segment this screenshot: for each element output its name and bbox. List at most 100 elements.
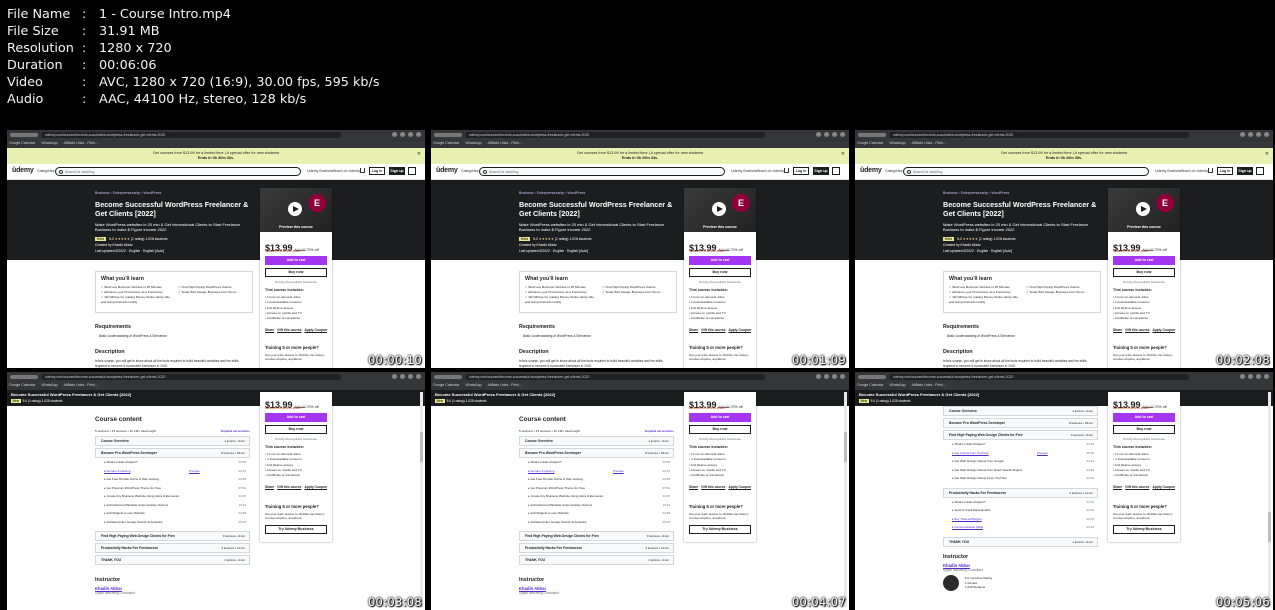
lecture-item[interactable]: Domain & Hosting — [104, 469, 130, 473]
preview-video[interactable]: E Preview this course — [260, 188, 332, 232]
share-button[interactable]: Share — [689, 485, 698, 489]
bookmark-item[interactable]: Affiliate Links - Pichi... — [912, 141, 946, 145]
search-input[interactable]: Search for anything — [903, 167, 1149, 176]
scrollbar[interactable] — [420, 392, 423, 607]
section-header[interactable]: Course Overview 1 lecture • 2min — [95, 436, 250, 446]
extension-icon[interactable] — [824, 374, 829, 379]
breadcrumb[interactable]: Business › Entrepreneurship › WordPress — [943, 191, 1009, 195]
udemy-logo[interactable]: ûdemy — [436, 167, 458, 174]
scroll-thumb[interactable] — [1268, 512, 1271, 542]
lecture-item[interactable]: Domain & Hosting — [528, 469, 554, 473]
extension-icon[interactable] — [400, 374, 405, 379]
browser-nav-icons[interactable] — [858, 133, 886, 137]
coupon-button[interactable]: Apply Coupon — [728, 485, 751, 489]
extension-icon[interactable] — [392, 374, 397, 379]
address-bar[interactable]: udemy.com/course/become-successful-wordp… — [889, 132, 1189, 138]
buy-now-button[interactable]: Buy now — [1113, 268, 1175, 277]
expand-all-link[interactable]: Expand all sections — [645, 429, 674, 433]
profile-icon[interactable] — [840, 374, 845, 379]
extension-icon[interactable] — [832, 132, 837, 137]
bookmark-item[interactable]: Affiliate Links - Pichi... — [488, 141, 522, 145]
udemy-business-link[interactable]: Udemy Business — [1155, 169, 1182, 173]
login-button[interactable]: Log in — [369, 167, 385, 175]
share-button[interactable]: Share — [689, 328, 698, 332]
preview-video[interactable]: E Preview this course — [1108, 188, 1180, 232]
address-bar[interactable]: udemy.com/course/become-successful-wordp… — [465, 374, 765, 380]
bookmark-item[interactable]: Affiliate Links - Pichi... — [912, 383, 946, 387]
try-business-button[interactable]: Try Udemy Business — [265, 525, 327, 534]
section-header[interactable]: THANK YOU 1 lecture • 2min — [943, 536, 1098, 547]
profile-icon[interactable] — [416, 132, 421, 137]
extension-icon[interactable] — [1240, 374, 1245, 379]
signup-button[interactable]: Sign up — [813, 167, 829, 175]
play-icon[interactable] — [1136, 202, 1150, 216]
categories-link[interactable]: Categories — [37, 169, 54, 173]
bookmark-item[interactable]: Google Calendar — [857, 383, 883, 387]
profile-icon[interactable] — [416, 374, 421, 379]
extension-icon[interactable] — [408, 132, 413, 137]
language-icon[interactable] — [1256, 167, 1264, 175]
categories-link[interactable]: Categories — [461, 169, 478, 173]
add-to-cart-button[interactable]: Add to cart — [265, 256, 327, 265]
preview-video[interactable]: E Preview this course — [684, 188, 756, 232]
coupon-button[interactable]: Apply Coupon — [304, 328, 327, 332]
scroll-thumb[interactable] — [844, 432, 847, 462]
coupon-button[interactable]: Apply Coupon — [1152, 328, 1175, 332]
extension-icon[interactable] — [816, 374, 821, 379]
language-icon[interactable] — [832, 167, 840, 175]
address-bar[interactable]: udemy.com/course/become-successful-wordp… — [41, 132, 341, 138]
buy-now-button[interactable]: Buy now — [689, 268, 751, 277]
language-icon[interactable] — [408, 167, 416, 175]
buy-now-button[interactable]: Buy now — [265, 425, 327, 434]
section-header[interactable]: Course Overview 1 lecture • 2min — [519, 436, 674, 446]
add-to-cart-button[interactable]: Add to cart — [1113, 413, 1175, 422]
extension-icon[interactable] — [824, 132, 829, 137]
coupon-button[interactable]: Apply Coupon — [304, 485, 327, 489]
lecture-item[interactable]: Buy Themes/Plugins — [952, 517, 981, 521]
teach-link[interactable]: Teach on Udemy — [333, 169, 360, 173]
section-header[interactable]: Productivity Hacks For Freelancers 4 lect… — [95, 543, 250, 553]
browser-nav-icons[interactable] — [434, 375, 462, 379]
bookmark-item[interactable]: Google Calendar — [857, 141, 883, 145]
section-header[interactable]: Find High Paying Web Design Clients for … — [95, 531, 250, 541]
buy-now-button[interactable]: Buy now — [265, 268, 327, 277]
coupon-button[interactable]: Apply Coupon — [1152, 485, 1175, 489]
extension-icon[interactable] — [816, 132, 821, 137]
gift-button[interactable]: Gift this course — [277, 328, 301, 332]
section-header[interactable]: Become Pro WordPress Developer 8 lectures… — [943, 418, 1098, 428]
preview-link[interactable]: Preview — [1037, 451, 1048, 455]
try-business-button[interactable]: Try Udemy Business — [1113, 525, 1175, 534]
address-bar[interactable]: udemy.com/course/become-successful-wordp… — [465, 132, 765, 138]
bookmark-item[interactable]: WhatsApp — [41, 141, 57, 145]
teach-link[interactable]: Teach on Udemy — [757, 169, 784, 173]
profile-icon[interactable] — [1264, 132, 1269, 137]
extension-icon[interactable] — [1248, 132, 1253, 137]
browser-nav-icons[interactable] — [434, 133, 462, 137]
search-input[interactable]: Search for anything — [479, 167, 725, 176]
profile-icon[interactable] — [1264, 374, 1269, 379]
cart-icon[interactable] — [784, 168, 789, 173]
add-to-cart-button[interactable]: Add to cart — [689, 413, 751, 422]
breadcrumb[interactable]: Business › Entrepreneurship › WordPress — [519, 191, 585, 195]
buy-now-button[interactable]: Buy now — [689, 425, 751, 434]
section-header[interactable]: Find High Paying Web Design Clients for … — [943, 430, 1098, 440]
gift-button[interactable]: Gift this course — [1125, 485, 1149, 489]
bookmark-item[interactable]: Affiliate Links - Pichi... — [488, 383, 522, 387]
cart-icon[interactable] — [360, 168, 365, 173]
section-header[interactable]: THANK YOU 1 lecture • 2min — [95, 555, 250, 565]
section-header[interactable]: Become Pro WordPress Developer 8 lectures… — [95, 448, 250, 458]
add-to-cart-button[interactable]: Add to cart — [265, 413, 327, 422]
udemy-logo[interactable]: ûdemy — [12, 167, 34, 174]
close-icon[interactable]: ✕ — [841, 151, 845, 157]
address-bar[interactable]: udemy.com/course/become-successful-wordp… — [889, 374, 1189, 380]
categories-link[interactable]: Categories — [885, 169, 902, 173]
preview-link[interactable]: Preview — [613, 469, 624, 473]
lecture-item[interactable]: Communication Skills — [952, 525, 983, 529]
bookmark-item[interactable]: Google Calendar — [433, 383, 459, 387]
section-header[interactable]: Productivity Hacks For Freelancers 4 lect… — [943, 487, 1098, 498]
add-to-cart-button[interactable]: Add to cart — [689, 256, 751, 265]
extension-icon[interactable] — [1240, 132, 1245, 137]
search-input[interactable]: Search for anything — [55, 167, 301, 176]
play-icon[interactable] — [712, 202, 726, 216]
expand-all-link[interactable]: Expand all sections — [221, 429, 250, 433]
